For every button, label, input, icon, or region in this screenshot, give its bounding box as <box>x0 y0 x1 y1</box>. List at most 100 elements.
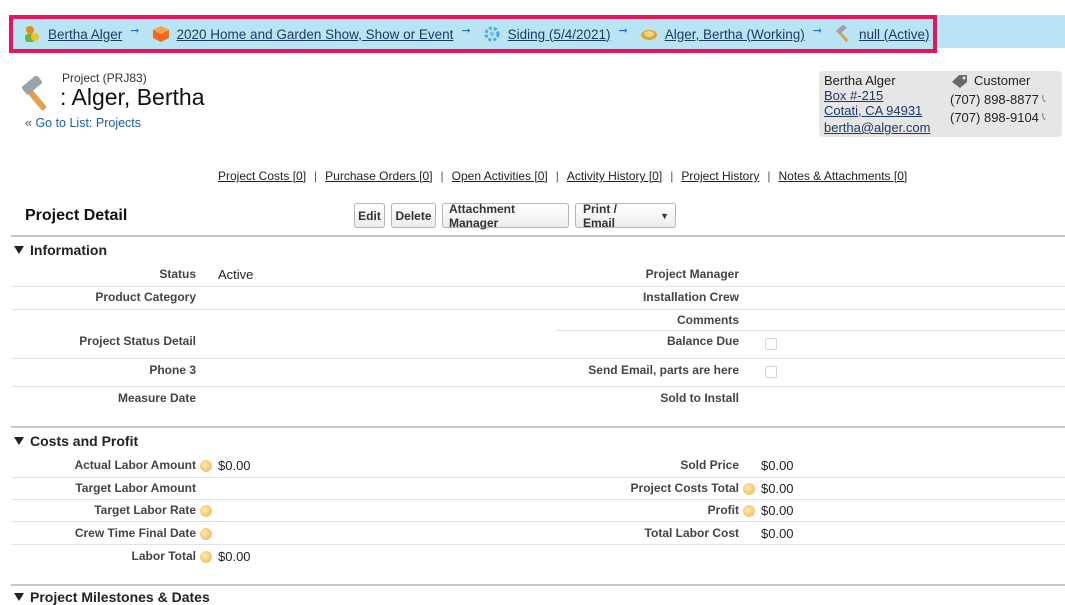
page-title: : Alger, Bertha <box>60 84 205 110</box>
collapse-triangle-icon[interactable] <box>14 246 24 254</box>
divider <box>11 426 1065 428</box>
phone-1-number: (707) 898-8877 <box>950 92 1039 107</box>
link-notes-attachments[interactable]: Notes & Attachments [0] <box>778 169 907 183</box>
breadcrumb-link-siding[interactable]: Siding (5/4/2021) <box>508 27 611 42</box>
hammer-icon <box>21 76 47 111</box>
field-label-project-status-detail: Project Status Detail <box>79 334 196 348</box>
field-value-sold-price: $0.00 <box>761 458 794 473</box>
customer-address-line2[interactable]: Cotati, CA 94931 <box>824 103 922 118</box>
link-project-history[interactable]: Project History <box>681 169 759 183</box>
project-type-label: Project (PRJ83) <box>62 71 147 85</box>
tag-icon <box>952 74 967 88</box>
separator: | <box>767 169 771 183</box>
go-to-list-link[interactable]: Go to List: Projects <box>35 116 141 130</box>
help-icon[interactable] <box>200 528 212 540</box>
divider <box>11 584 1065 586</box>
section-title-project-detail: Project Detail <box>25 207 128 224</box>
field-label-profit: Profit <box>707 503 739 517</box>
customer-type: Customer <box>950 73 1030 88</box>
field-label-target-labor-rate: Target Labor Rate <box>94 503 196 517</box>
field-value-total-labor-cost: $0.00 <box>761 526 794 541</box>
help-icon[interactable] <box>743 505 755 517</box>
field-label-balance-due: Balance Due <box>666 334 739 348</box>
arrow-icon: ➞ <box>812 24 822 37</box>
breadcrumb: Bertha Alger ➞ 2020 Home and Garden Show… <box>9 15 937 53</box>
phone-icon[interactable]: 📞︎ <box>1042 111 1046 124</box>
delete-button[interactable]: Delete <box>391 203 436 228</box>
breadcrumb-item-siding[interactable]: Siding (5/4/2021) ➞ <box>483 25 640 43</box>
arrow-icon: ➞ <box>618 24 628 37</box>
breadcrumb-item-project[interactable]: null (Active) <box>834 25 930 43</box>
customer-address-line1[interactable]: Box #-215 <box>824 88 883 103</box>
send-email-checkbox <box>765 366 777 378</box>
row-divider <box>11 309 1065 310</box>
gear-icon <box>484 26 500 42</box>
help-icon[interactable] <box>200 551 212 563</box>
field-label-sold-to-install: Sold to Install <box>660 391 739 405</box>
row-divider <box>11 544 1065 545</box>
collapse-triangle-icon[interactable] <box>14 437 24 445</box>
separator: | <box>670 169 674 183</box>
link-activity-history[interactable]: Activity History [0] <box>567 169 662 183</box>
customer-card: Bertha Alger Box #-215 Cotati, CA 94931 … <box>819 71 1062 137</box>
customer-email[interactable]: bertha@alger.com <box>824 120 930 135</box>
help-icon[interactable] <box>200 460 212 472</box>
section-costs-profit[interactable]: Costs and Profit <box>14 433 138 449</box>
contact-icon <box>25 26 39 42</box>
phone-2-number: (707) 898-9104 <box>950 110 1039 125</box>
box-icon <box>152 26 169 42</box>
customer-name: Bertha Alger <box>824 73 896 88</box>
link-project-costs[interactable]: Project Costs [0] <box>218 169 306 183</box>
field-label-sold-price: Sold Price <box>680 458 739 472</box>
field-value-profit: $0.00 <box>761 503 794 518</box>
divider <box>11 235 1065 237</box>
edit-button[interactable]: Edit <box>354 203 385 228</box>
print-email-button[interactable]: Print / Email ▼ <box>575 201 676 230</box>
field-label-crew-time-final-date: Crew Time Final Date <box>74 526 196 540</box>
breadcrumb-item-event[interactable]: 2020 Home and Garden Show, Show or Event… <box>152 25 483 43</box>
print-email-label: Print / Email <box>583 201 618 230</box>
related-list-links: Project Costs [0] | Purchase Orders [0] | … <box>218 169 907 183</box>
breadcrumb-link-contact[interactable]: Bertha Alger <box>48 27 122 42</box>
phone-2: (707) 898-9104 📞︎ <box>950 110 1046 125</box>
field-label-measure-date: Measure Date <box>117 391 196 405</box>
hammer-icon <box>836 25 849 43</box>
link-open-activities[interactable]: Open Activities [0] <box>452 169 548 183</box>
row-divider <box>11 521 1065 522</box>
link-purchase-orders[interactable]: Purchase Orders [0] <box>325 169 432 183</box>
phone-icon[interactable]: 📞︎ <box>1042 93 1046 106</box>
field-label-project-manager: Project Manager <box>645 267 739 281</box>
field-value-labor-total: $0.00 <box>218 549 251 564</box>
field-value-actual-labor-amount: $0.00 <box>218 458 251 473</box>
go-to-list: « Go to List: Projects <box>25 116 141 130</box>
breadcrumb-item-opportunity[interactable]: Alger, Bertha (Working) ➞ <box>640 25 834 43</box>
separator: | <box>314 169 318 183</box>
section-information-title: Information <box>30 242 107 258</box>
arrow-icon: ➞ <box>130 24 140 37</box>
balance-due-checkbox <box>765 338 777 350</box>
field-label-phone-3: Phone 3 <box>149 363 196 377</box>
chevron-down-icon: ▼ <box>660 210 669 221</box>
handshake-icon <box>640 30 657 40</box>
customer-type-label: Customer <box>974 73 1031 88</box>
breadcrumb-link-event[interactable]: 2020 Home and Garden Show, Show or Event <box>177 27 454 42</box>
row-divider <box>11 477 1065 478</box>
row-divider <box>11 358 1065 359</box>
section-information[interactable]: Information <box>14 242 107 258</box>
field-label-labor-total: Labor Total <box>131 549 196 563</box>
section-costs-profit-title: Costs and Profit <box>30 433 139 449</box>
breadcrumb-link-opportunity[interactable]: Alger, Bertha (Working) <box>665 27 805 42</box>
help-icon[interactable] <box>743 483 755 495</box>
field-label-total-labor-cost: Total Labor Cost <box>644 526 739 540</box>
breadcrumb-link-project[interactable]: null (Active) <box>859 27 930 42</box>
attachment-manager-button[interactable]: Attachment Manager <box>442 202 569 230</box>
row-divider <box>11 386 1065 387</box>
section-project-milestones[interactable]: Project Milestones & Dates <box>14 589 210 605</box>
field-label-product-category: Product Category <box>95 290 196 304</box>
row-divider <box>555 330 1065 331</box>
breadcrumb-item-contact[interactable]: Bertha Alger ➞ <box>23 25 152 43</box>
collapse-triangle-icon[interactable] <box>14 593 24 601</box>
help-icon[interactable] <box>200 505 212 517</box>
phone-1: (707) 898-8877 📞︎ <box>950 92 1046 107</box>
field-label-send-email: Send Email, parts are here <box>588 363 739 377</box>
